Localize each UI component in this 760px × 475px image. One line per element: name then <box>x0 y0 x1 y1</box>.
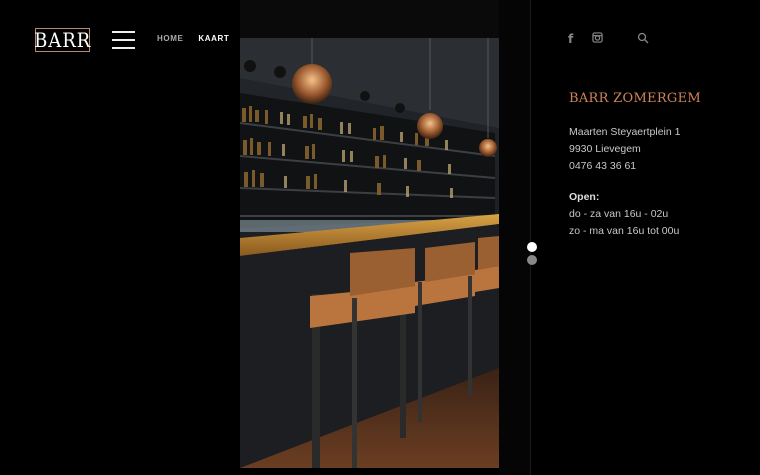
photo-side-band <box>499 0 531 475</box>
venue-address: Maarten Steyaertplein 1 9930 Lievegem 04… <box>569 124 680 175</box>
opening-hours: Open: do - za van 16u - 02u zo - ma van … <box>569 189 679 240</box>
instagram-icon[interactable] <box>592 32 603 43</box>
slider-dot-2[interactable] <box>527 255 537 265</box>
nav-home[interactable]: HOME <box>157 34 183 43</box>
logo-text: BARR <box>34 28 91 52</box>
phone-number[interactable]: 0476 43 36 61 <box>569 158 680 175</box>
bar-photo <box>240 38 499 468</box>
hours-line-1: do - za van 16u - 02u <box>569 208 669 220</box>
venue-title: BARR ZOMERGEM <box>569 91 702 106</box>
search-icon[interactable] <box>637 32 649 44</box>
address-street: Maarten Steyaertplein 1 <box>569 126 681 138</box>
bar-interior-illustration <box>240 38 499 468</box>
logo[interactable]: BARR <box>34 28 91 52</box>
facebook-icon[interactable]: f <box>568 32 573 46</box>
open-label: Open: <box>569 191 600 203</box>
hours-line-2: zo - ma van 16u tot 00u <box>569 225 680 237</box>
address-city: 9930 Lievegem <box>569 143 641 155</box>
nav-kaart[interactable]: KAART <box>198 34 229 43</box>
main-nav: HOME KAART <box>157 34 229 43</box>
photo-top-band <box>240 0 499 38</box>
slider-dot-1[interactable] <box>527 242 537 252</box>
hamburger-menu-icon[interactable] <box>112 31 135 49</box>
